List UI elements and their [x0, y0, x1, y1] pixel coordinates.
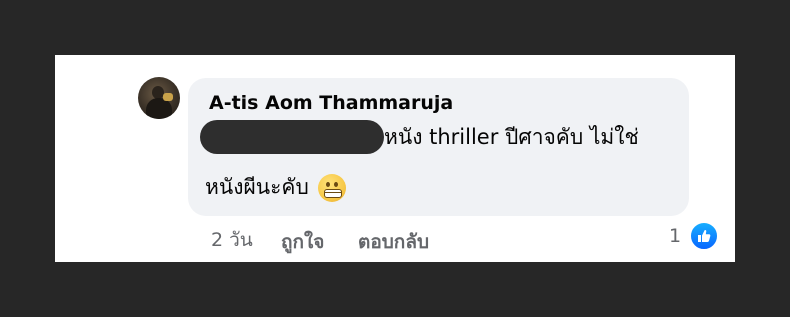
thumbs-up-glyph [698, 230, 711, 242]
comment-text-line-2: หนังผีนะคับ [205, 171, 346, 204]
comment-text-1: หนัง thriller ปีศาจคับ ไม่ใช่ [384, 124, 639, 149]
comment-text-2: หนังผีนะคับ [205, 175, 309, 199]
like-button[interactable]: ถูกใจ [281, 227, 324, 257]
reply-button[interactable]: ตอบกลับ [358, 227, 429, 257]
emoji-eye-left [325, 181, 330, 187]
emoji-eye-right [333, 181, 338, 187]
emoji-teeth [323, 188, 342, 198]
comment-text-line-1: หนัง thriller ปีศาจคับ ไม่ใช่ [200, 120, 639, 154]
reaction-count[interactable]: 1 [669, 225, 681, 247]
avatar[interactable] [138, 77, 180, 119]
thumbs-up-icon[interactable] [689, 221, 719, 251]
comment-timestamp[interactable]: 2 วัน [211, 225, 253, 255]
comment-card: A-tis Aom Thammaruja หนัง thriller ปีศาจ… [55, 55, 735, 262]
grimacing-face-icon [317, 173, 346, 202]
avatar-body [146, 98, 172, 119]
redacted-mention [200, 120, 384, 154]
comment-bubble: A-tis Aom Thammaruja หนัง thriller ปีศาจ… [188, 78, 689, 216]
avatar-accent [163, 93, 173, 101]
comment-author[interactable]: A-tis Aom Thammaruja [209, 92, 453, 114]
